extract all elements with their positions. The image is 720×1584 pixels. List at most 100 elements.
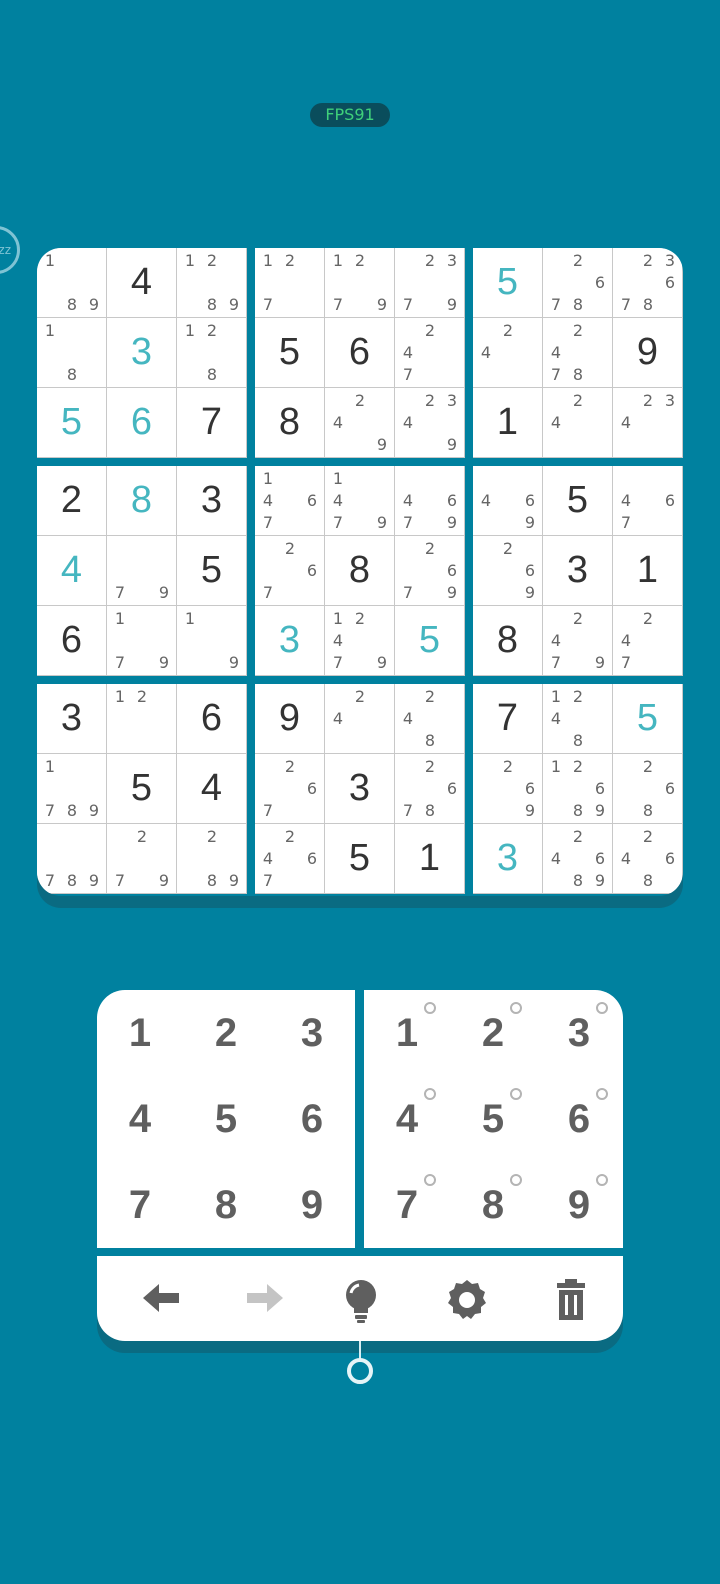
board-cell[interactable]: 23 6 78 bbox=[613, 248, 682, 317]
board-cell[interactable]: 26 9 bbox=[473, 754, 542, 823]
board-cell[interactable]: 12689 bbox=[543, 754, 612, 823]
board-cell[interactable]: 4 bbox=[177, 754, 246, 823]
board-cell[interactable]: 24 bbox=[325, 684, 394, 753]
board-cell[interactable]: 5 bbox=[325, 824, 394, 893]
pencil-digit-key[interactable]: 2 bbox=[450, 990, 536, 1076]
board-cell[interactable]: 6 bbox=[177, 684, 246, 753]
board-cell[interactable]: 3 bbox=[473, 824, 542, 893]
board-cell[interactable]: 8 bbox=[255, 388, 324, 457]
pencil-digit-key[interactable]: 4 bbox=[364, 1076, 450, 1162]
board-cell[interactable]: 1 7 9 bbox=[107, 606, 176, 675]
board-cell[interactable]: 8 bbox=[325, 536, 394, 605]
drag-handle[interactable] bbox=[347, 1358, 373, 1384]
digit-key[interactable]: 5 bbox=[183, 1076, 269, 1162]
board-cell[interactable]: 3 bbox=[255, 606, 324, 675]
board-cell[interactable]: 5 bbox=[543, 466, 612, 535]
board-cell[interactable]: 12 bbox=[107, 684, 176, 753]
board-cell[interactable]: 8 bbox=[473, 606, 542, 675]
board-cell[interactable]: 789 bbox=[37, 824, 106, 893]
board-cell[interactable]: 79 bbox=[107, 536, 176, 605]
board-cell[interactable]: 18 bbox=[37, 318, 106, 387]
board-cell[interactable]: 26 7 9 bbox=[395, 536, 464, 605]
hint-button[interactable] bbox=[307, 1256, 412, 1341]
pencil-digit-key[interactable]: 1 bbox=[364, 990, 450, 1076]
board-cell[interactable]: 9 bbox=[255, 684, 324, 753]
board-cell[interactable]: 3 bbox=[37, 684, 106, 753]
board-cell[interactable]: 2 7 9 bbox=[107, 824, 176, 893]
digit-key[interactable]: 6 bbox=[269, 1076, 355, 1162]
board-cell[interactable]: 5 bbox=[37, 388, 106, 457]
board-cell[interactable]: 26 7 bbox=[255, 536, 324, 605]
digit-key[interactable]: 4 bbox=[97, 1076, 183, 1162]
digit-key[interactable]: 8 bbox=[183, 1162, 269, 1248]
board-cell[interactable]: 24 7 9 bbox=[543, 606, 612, 675]
digit-key[interactable]: 1 bbox=[97, 990, 183, 1076]
board-cell[interactable]: 24 7 bbox=[613, 606, 682, 675]
settings-button[interactable] bbox=[413, 1256, 518, 1341]
timer-bubble[interactable]: zz bbox=[0, 226, 20, 274]
board-cell[interactable]: 4 bbox=[107, 248, 176, 317]
board-cell[interactable]: 3 bbox=[543, 536, 612, 605]
redo-button[interactable] bbox=[211, 1256, 316, 1341]
board-cell[interactable]: 26 7 bbox=[255, 754, 324, 823]
board-cell[interactable]: 4 6 7 9 bbox=[395, 466, 464, 535]
board-cell[interactable]: 24 78 bbox=[543, 318, 612, 387]
board-cell[interactable]: 2 89 bbox=[177, 824, 246, 893]
board-cell[interactable]: 24 6 7 bbox=[255, 824, 324, 893]
board-cell[interactable]: 4 6 9 bbox=[473, 466, 542, 535]
board-cell[interactable]: 5 bbox=[255, 318, 324, 387]
board-cell[interactable]: 8 bbox=[107, 466, 176, 535]
board-cell[interactable]: 124 7 9 bbox=[325, 606, 394, 675]
board-cell[interactable]: 7 bbox=[177, 388, 246, 457]
board-cell[interactable]: 26 78 bbox=[395, 754, 464, 823]
board-cell[interactable]: 3 bbox=[177, 466, 246, 535]
board-cell[interactable]: 5 bbox=[177, 536, 246, 605]
board-cell[interactable]: 1789 bbox=[37, 754, 106, 823]
pencil-digit-key[interactable]: 9 bbox=[536, 1162, 622, 1248]
board-cell[interactable]: 1 89 bbox=[37, 248, 106, 317]
board-cell[interactable]: 19 bbox=[177, 606, 246, 675]
board-cell[interactable]: 1 bbox=[613, 536, 682, 605]
digit-key[interactable]: 3 bbox=[269, 990, 355, 1076]
board-cell[interactable]: 5 bbox=[395, 606, 464, 675]
undo-button[interactable] bbox=[107, 1256, 212, 1341]
board-cell[interactable]: 24 9 bbox=[325, 388, 394, 457]
board-cell[interactable]: 9 bbox=[613, 318, 682, 387]
pencil-digit-key[interactable]: 8 bbox=[450, 1162, 536, 1248]
delete-button[interactable] bbox=[517, 1256, 622, 1341]
board-cell[interactable]: 23 4 bbox=[613, 388, 682, 457]
board-cell[interactable]: 12 89 bbox=[177, 248, 246, 317]
board-cell[interactable]: 24 7 bbox=[395, 318, 464, 387]
board-cell[interactable]: 24 68 bbox=[613, 824, 682, 893]
board-cell[interactable]: 1 bbox=[473, 388, 542, 457]
digit-key[interactable]: 9 bbox=[269, 1162, 355, 1248]
pencil-digit-key[interactable]: 7 bbox=[364, 1162, 450, 1248]
board-cell[interactable]: 4 6 7 bbox=[613, 466, 682, 535]
board-cell[interactable]: 5 bbox=[473, 248, 542, 317]
board-cell[interactable]: 6 bbox=[107, 388, 176, 457]
board-cell[interactable]: 23 4 9 bbox=[395, 388, 464, 457]
board-cell[interactable]: 12 7 9 bbox=[325, 248, 394, 317]
board-cell[interactable]: 24 bbox=[473, 318, 542, 387]
pencil-digit-key[interactable]: 6 bbox=[536, 1076, 622, 1162]
board-cell[interactable]: 2 bbox=[37, 466, 106, 535]
board-cell[interactable]: 268 bbox=[613, 754, 682, 823]
board-cell[interactable]: 1 4 6 7 bbox=[255, 466, 324, 535]
board-cell[interactable]: 6 bbox=[325, 318, 394, 387]
board-cell[interactable]: 3 bbox=[325, 754, 394, 823]
digit-key[interactable]: 2 bbox=[183, 990, 269, 1076]
board-cell[interactable]: 7 bbox=[473, 684, 542, 753]
board-cell[interactable]: 6 bbox=[37, 606, 106, 675]
board-cell[interactable]: 248 bbox=[395, 684, 464, 753]
board-cell[interactable]: 3 bbox=[107, 318, 176, 387]
board-cell[interactable]: 23 7 9 bbox=[395, 248, 464, 317]
board-cell[interactable]: 12 7 bbox=[255, 248, 324, 317]
digit-key[interactable]: 7 bbox=[97, 1162, 183, 1248]
board-cell[interactable]: 26 78 bbox=[543, 248, 612, 317]
board-cell[interactable]: 24 689 bbox=[543, 824, 612, 893]
board-cell[interactable]: 4 bbox=[37, 536, 106, 605]
board-cell[interactable]: 26 9 bbox=[473, 536, 542, 605]
board-cell[interactable]: 12 8 bbox=[177, 318, 246, 387]
board-cell[interactable]: 5 bbox=[613, 684, 682, 753]
board-cell[interactable]: 1248 bbox=[543, 684, 612, 753]
